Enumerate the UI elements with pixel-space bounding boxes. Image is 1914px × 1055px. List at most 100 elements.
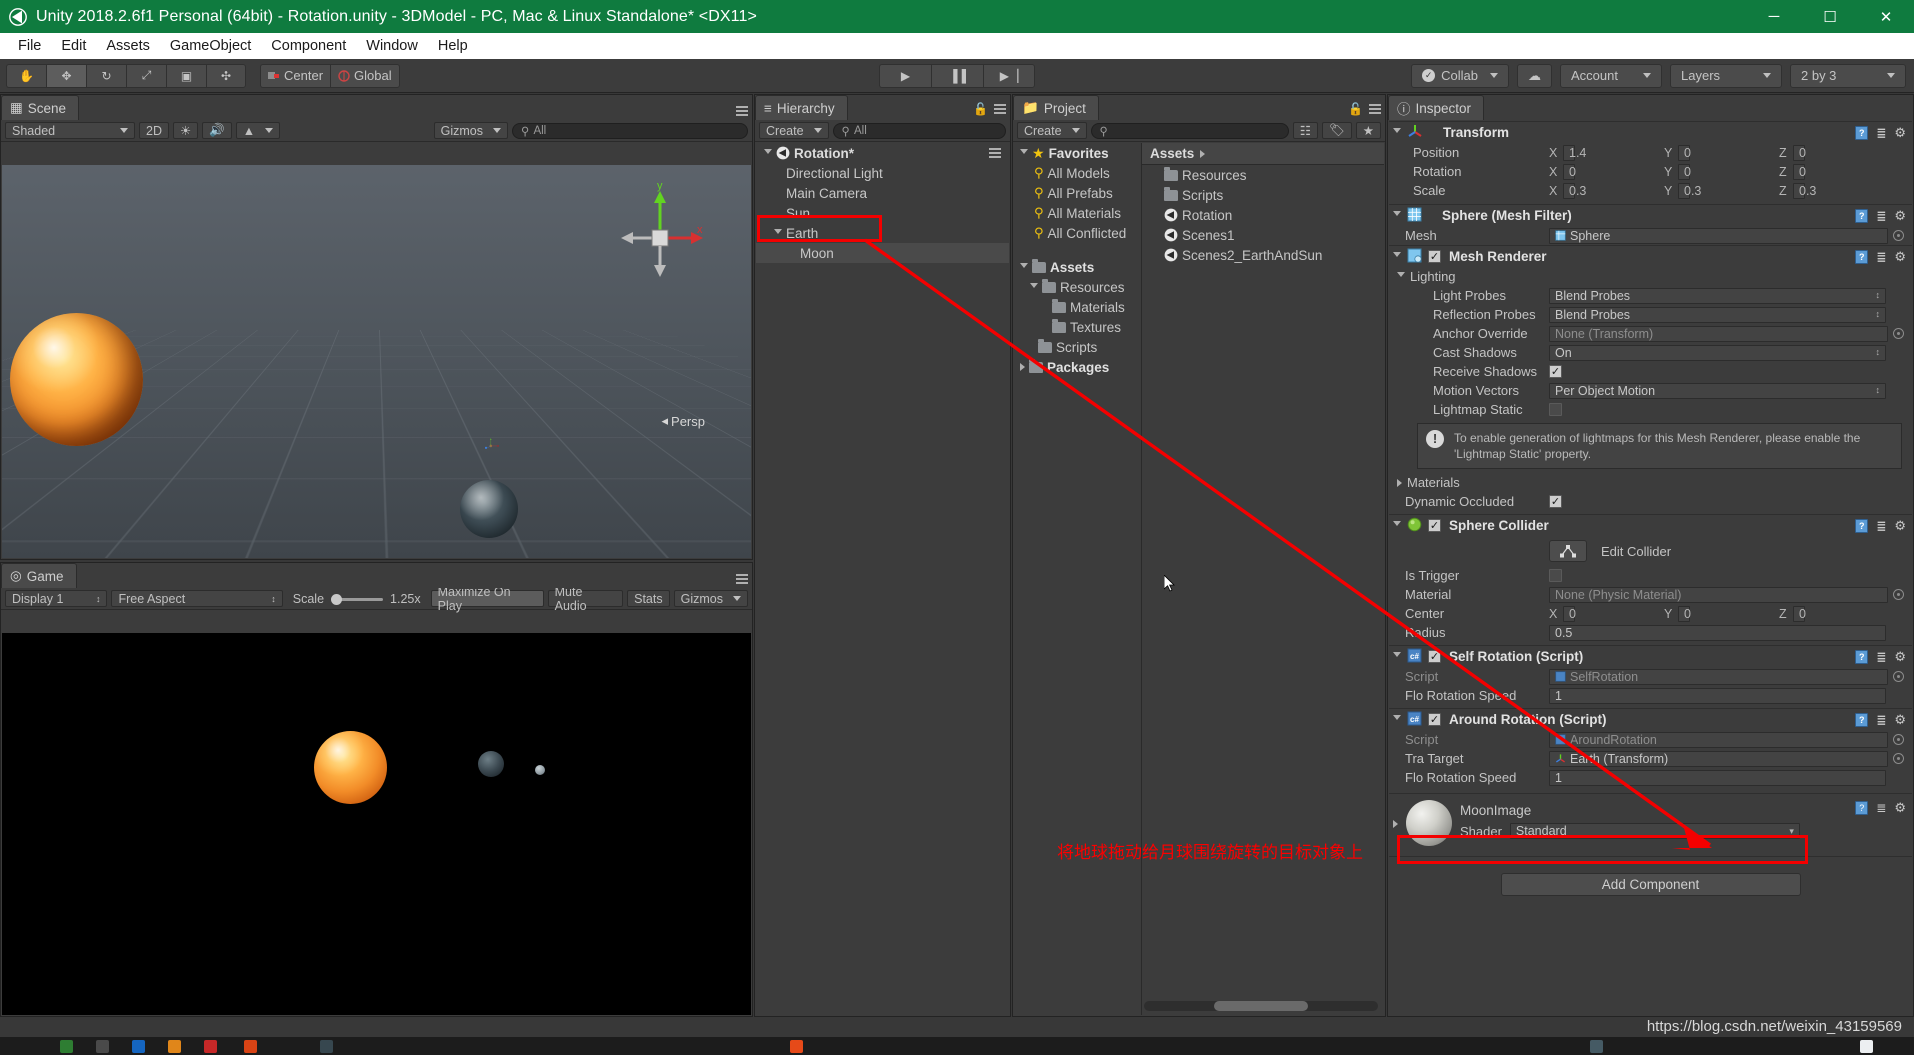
game-viewport[interactable] xyxy=(2,633,751,1015)
collider-center-z[interactable]: Z0 xyxy=(1779,606,1894,622)
self-rotation-enabled-checkbox[interactable]: ✓ xyxy=(1428,650,1441,663)
rotation-x-field[interactable]: 0 xyxy=(1563,164,1575,180)
rotation-y-field[interactable]: 0 xyxy=(1678,164,1690,180)
self-rotation-script-field[interactable]: SelfRotation xyxy=(1549,669,1888,685)
reflection-probes-dropdown[interactable]: Blend Probes ↕ xyxy=(1549,307,1886,323)
panel-menu-icon[interactable] xyxy=(736,574,748,584)
game-scale-slider[interactable]: Scale 1.25x xyxy=(287,590,427,607)
position-y-field[interactable]: 0 xyxy=(1678,145,1690,161)
component-transform-header[interactable]: Transform ? ≣ ⚙ xyxy=(1389,121,1912,143)
pivot-mode-button[interactable]: Center xyxy=(260,64,330,88)
rotation-x[interactable]: X0 xyxy=(1549,164,1664,180)
panel-menu-icon[interactable] xyxy=(994,104,1006,114)
scene-projection-label[interactable]: ◂ Persp xyxy=(662,413,706,429)
menu-assets[interactable]: Assets xyxy=(96,36,160,56)
collider-center-x-field[interactable]: 0 xyxy=(1563,606,1575,622)
maximize-button[interactable]: ☐ xyxy=(1802,0,1858,33)
rotation-z[interactable]: Z0 xyxy=(1779,164,1894,180)
account-button[interactable]: Account xyxy=(1560,64,1662,88)
chevron-right-icon[interactable] xyxy=(1397,479,1402,487)
help-icon[interactable]: ? xyxy=(1855,250,1868,264)
collab-button[interactable]: ✓ Collab xyxy=(1411,64,1509,88)
help-icon[interactable]: ? xyxy=(1855,519,1868,533)
help-icon[interactable]: ? xyxy=(1855,801,1868,815)
position-x-field[interactable]: 1.4 xyxy=(1563,145,1575,161)
project-tree-materials[interactable]: Materials xyxy=(1014,297,1141,317)
scene-sun-sphere[interactable] xyxy=(460,480,518,538)
project-create-button[interactable]: Create xyxy=(1017,122,1087,139)
lock-icon[interactable]: 🔓 xyxy=(973,102,988,116)
menu-file[interactable]: File xyxy=(8,36,51,56)
scene-fx-toggle[interactable]: ▲ xyxy=(236,122,280,139)
light-probes-dropdown[interactable]: Blend Probes ↕ xyxy=(1549,288,1886,304)
tab-hierarchy[interactable]: ≡ Hierarchy xyxy=(755,95,848,120)
project-tree-assets[interactable]: Assets xyxy=(1014,257,1141,277)
play-button[interactable]: ▶ xyxy=(879,64,931,88)
project-tree-scripts[interactable]: Scripts xyxy=(1014,337,1141,357)
project-filter-label-button[interactable]: 🏷 xyxy=(1322,122,1352,139)
game-mute-toggle[interactable]: Mute Audio xyxy=(548,590,623,607)
taskbar-icon-9[interactable] xyxy=(1590,1040,1603,1053)
gear-icon[interactable]: ⚙ xyxy=(1894,518,1906,534)
layout-button[interactable]: 2 by 3 xyxy=(1790,64,1906,88)
project-favorite-all-models[interactable]: ⚲ All Models xyxy=(1014,163,1141,183)
game-stats-toggle[interactable]: Stats xyxy=(627,590,670,607)
scene-gizmos-button[interactable]: Gizmos xyxy=(434,122,508,139)
component-mesh-renderer-header[interactable]: ✓ Mesh Renderer ? ≣ ⚙ xyxy=(1389,245,1912,267)
hand-tool-icon[interactable]: ✋ xyxy=(6,64,46,88)
project-zoom-slider[interactable] xyxy=(1144,1001,1378,1011)
scene-2d-toggle[interactable]: 2D xyxy=(139,122,169,139)
game-aspect-dropdown[interactable]: Free Aspect ↕ xyxy=(111,590,282,607)
mesh-renderer-enabled-checkbox[interactable]: ✓ xyxy=(1428,250,1441,263)
hierarchy-item-sun[interactable]: Sun xyxy=(756,203,1009,223)
chevron-down-icon[interactable] xyxy=(1020,263,1028,272)
chevron-down-icon[interactable] xyxy=(1393,252,1401,261)
preset-icon[interactable]: ≣ xyxy=(1876,126,1886,140)
taskbar-icon-2[interactable] xyxy=(96,1040,109,1053)
object-picker-icon[interactable] xyxy=(1893,734,1904,745)
menu-window[interactable]: Window xyxy=(356,36,428,56)
around-rotation-script-field[interactable]: AroundRotation xyxy=(1549,732,1888,748)
scene-audio-toggle[interactable]: 🔊 xyxy=(202,122,232,139)
lightmap-static-checkbox[interactable]: ✓ xyxy=(1549,403,1562,416)
shader-dropdown[interactable]: Standard ▾ xyxy=(1510,823,1800,839)
scene-search-input[interactable]: ⚲ All xyxy=(512,123,748,139)
chevron-down-icon[interactable] xyxy=(1393,128,1401,137)
chevron-down-icon[interactable] xyxy=(1020,149,1028,158)
tab-game[interactable]: ◎ Game xyxy=(1,563,77,588)
project-favorite-all-conflicted[interactable]: ⚲ All Conflicted xyxy=(1014,223,1141,243)
rotation-z-field[interactable]: 0 xyxy=(1793,164,1805,180)
scene-lighting-toggle[interactable]: ☀ xyxy=(173,122,198,139)
object-picker-icon[interactable] xyxy=(1893,230,1904,241)
collider-center-z-field[interactable]: 0 xyxy=(1793,606,1805,622)
chevron-down-icon[interactable] xyxy=(1393,521,1401,530)
collider-center-x[interactable]: X0 xyxy=(1549,606,1664,622)
scale-x-field[interactable]: 0.3 xyxy=(1563,183,1575,199)
taskbar-icon-3[interactable] xyxy=(132,1040,145,1053)
scene-tab-options[interactable] xyxy=(736,106,748,116)
chevron-right-icon[interactable] xyxy=(1393,820,1398,828)
taskbar-icon-5[interactable] xyxy=(204,1040,217,1053)
scale-tool-icon[interactable]: ⤢ xyxy=(126,64,166,88)
project-item-resources[interactable]: Resources xyxy=(1142,165,1384,185)
preset-icon[interactable]: ≣ xyxy=(1876,713,1886,727)
hierarchy-search-input[interactable]: ⚲ All xyxy=(833,123,1006,139)
position-z-field[interactable]: 0 xyxy=(1793,145,1805,161)
scale-z[interactable]: Z0.3 xyxy=(1779,183,1894,199)
project-tree-textures[interactable]: Textures xyxy=(1014,317,1141,337)
taskbar-icon-10[interactable] xyxy=(1860,1040,1873,1053)
lock-icon[interactable]: 🔓 xyxy=(1348,102,1363,116)
object-picker-icon[interactable] xyxy=(1893,328,1904,339)
component-sphere-collider-header[interactable]: ✓ Sphere Collider ? ≣ ⚙ xyxy=(1389,514,1912,536)
scene-viewport[interactable]: y x ◂ Persp xyxy=(2,165,751,558)
taskbar-icon-4[interactable] xyxy=(168,1040,181,1053)
rotation-y[interactable]: Y0 xyxy=(1664,164,1779,180)
motion-vectors-dropdown[interactable]: Per Object Motion ↕ xyxy=(1549,383,1886,399)
object-picker-icon[interactable] xyxy=(1893,671,1904,682)
around-rotation-speed-field[interactable]: 1 xyxy=(1549,770,1886,786)
preset-icon[interactable]: ≣ xyxy=(1876,801,1886,815)
chevron-down-icon[interactable] xyxy=(1393,211,1401,220)
tab-project[interactable]: 📁 Project xyxy=(1013,95,1099,120)
panel-menu-icon[interactable] xyxy=(1369,104,1381,114)
self-rotation-speed-field[interactable]: 1 xyxy=(1549,688,1886,704)
